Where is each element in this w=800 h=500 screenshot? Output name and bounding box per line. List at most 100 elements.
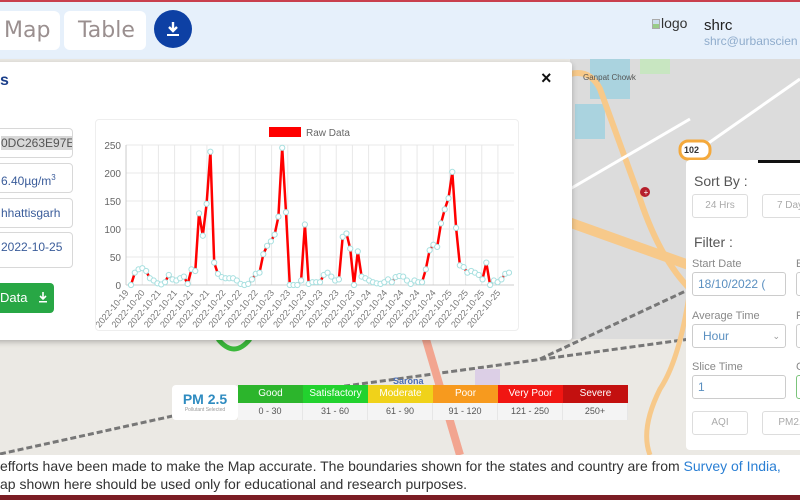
logo: logo [652,15,687,31]
pollutant-name: PM 2.5 [182,391,228,407]
slice-time-value: 1 [698,380,705,394]
device-id-value: 0DC263E97E [1,136,73,150]
download-icon [167,22,179,36]
data-point [479,276,486,283]
disclaimer-line-2: ap shown here should be used only for ed… [0,476,467,492]
data-point [279,144,286,151]
data-point [165,271,172,279]
average-time-select[interactable]: Hour ⌄ [692,324,786,348]
filter-heading: Filter : [694,234,733,250]
data-point [437,220,445,227]
data-point [180,273,188,280]
aqi-category-range: 0 - 30 [238,403,303,420]
disclaimer-line-1: efforts have been made to make the Map a… [0,458,684,474]
data-point [452,224,460,231]
data-point [483,259,490,266]
state-field: hhattisgarh [0,198,73,228]
panel-handle[interactable] [758,160,800,163]
pollutant-badge: PM 2.5 Pollutant Selected [172,385,238,420]
c-input[interactable] [796,375,800,399]
data-point [271,231,278,238]
data-point [335,276,342,283]
aqi-category-range: 61 - 90 [368,403,433,420]
end-date-input[interactable] [796,272,800,296]
value-unit-sup: 3 [51,173,56,182]
download-data-button[interactable]: Data [0,283,54,313]
chevron-down-icon: ⌄ [772,331,780,341]
aqi-category-label: Satisfactory [303,385,368,403]
y-tick-label: 250 [104,141,121,152]
aqi-category-label: Good [238,385,303,403]
svg-text:+: + [644,188,649,197]
value-field: 6.40µg/m3 [0,163,73,193]
y-tick-label: 150 [104,197,121,208]
tab-map[interactable]: Map [0,11,60,50]
broken-image-icon [652,19,660,29]
survey-of-india-link[interactable]: Survey of India, [684,458,781,474]
y-tick-label: 50 [110,253,122,264]
data-point [245,280,252,287]
start-date-input[interactable]: 18/10/2022 ( [692,272,786,296]
date-field: 2022-10-25 [0,232,73,268]
end-date-label: E [796,258,800,270]
value-text: 6.40µg/m [1,174,52,188]
pm-line-chart: Raw Data0501001502002502022-10-192022-10… [93,127,514,330]
data-point [434,243,441,251]
aqi-category-label: Poor [433,385,498,403]
y-tick-label: 100 [104,225,121,236]
logo-alt-text: logo [661,15,688,31]
average-time-label: Average Time [692,310,760,322]
tab-table[interactable]: Table [64,11,146,50]
data-point [195,210,203,217]
header: Map Table logo shrc shrc@urbanscien [0,2,800,59]
data-point [192,267,199,275]
aqi-button[interactable]: AQI [692,411,748,435]
download-data-label: Data [0,290,28,305]
c-label: C [796,361,800,373]
data-point [199,232,206,239]
data-point [248,276,256,283]
aqi-category-label: Very Poor [498,385,563,403]
aqi-category-range: 31 - 60 [303,403,368,420]
sort-by-heading: Sort By : [694,173,748,189]
data-point [426,247,433,254]
data-point [388,279,395,286]
close-icon[interactable]: × [541,68,552,89]
data-point [161,279,169,286]
data-point [460,263,467,271]
aqi-category-range: 250+ [563,403,628,420]
data-point [263,242,271,249]
data-point [498,276,505,283]
slice-time-label: Slice Time [692,361,743,373]
data-point [127,281,135,289]
start-date-label: Start Date [692,258,742,270]
disclaimer-footer: efforts have been made to make the Map a… [0,455,800,495]
data-point [445,195,452,202]
data-point [316,279,324,286]
station-detail-modal: s × 0DC263E97E 6.40µg/m3 hhattisgarh 202… [0,62,572,340]
sort-24hrs-button[interactable]: 24 Hrs [692,194,748,218]
f-label: F [796,310,800,322]
map-label-nh: 102 [684,145,700,155]
data-point [354,248,361,255]
data-point [211,259,218,266]
data-point [487,281,494,289]
download-button[interactable] [154,10,192,48]
sort-7day-button[interactable]: 7 Day [762,194,800,218]
data-point [475,271,482,279]
data-point [256,269,263,276]
data-point [505,269,513,276]
slice-time-input[interactable]: 1 [692,375,786,399]
data-point [203,200,210,207]
pm25-button[interactable]: PM2. [762,411,800,435]
map-label-ganpat: Ganpat Chowk [583,73,636,82]
user-email: shrc@urbanscien [704,34,798,48]
data-point [275,213,282,220]
data-point [207,148,214,155]
data-point [343,230,350,237]
f-input[interactable] [796,324,800,348]
aqi-category-range: 121 - 250 [498,403,563,420]
start-date-value: 18/10/2022 ( [698,277,766,291]
download-icon [39,292,48,303]
data-point [267,238,274,245]
